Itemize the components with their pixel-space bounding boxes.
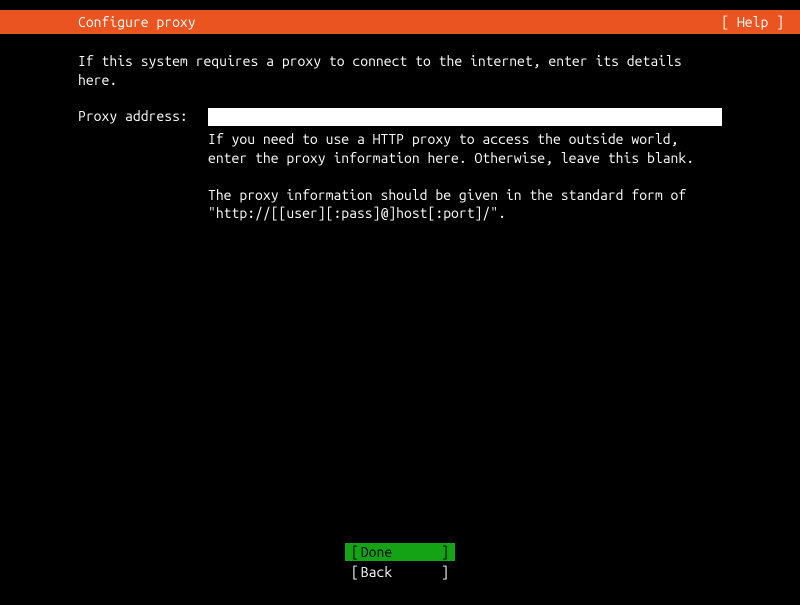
proxy-address-input[interactable]	[208, 108, 722, 126]
bracket-icon: [	[351, 563, 359, 581]
help-button[interactable]: [ Help ]	[721, 14, 784, 30]
back-label: Back	[359, 564, 392, 580]
page-title: Configure proxy	[78, 14, 196, 30]
main-content: If this system requires a proxy to conne…	[0, 34, 800, 223]
proxy-label: Proxy address:	[78, 108, 208, 124]
done-button[interactable]: [ Done ]	[345, 543, 455, 561]
bracket-icon: ]	[441, 543, 449, 561]
proxy-help-text-2: The proxy information should be given in…	[208, 186, 722, 224]
proxy-row: Proxy address:	[78, 108, 722, 126]
header-bar: Configure proxy [ Help ]	[0, 10, 800, 34]
back-button[interactable]: [ Back ]	[345, 563, 455, 581]
footer-buttons: [ Done ] [ Back ]	[0, 543, 800, 581]
bracket-icon: [	[351, 543, 359, 561]
proxy-help-text-1: If you need to use a HTTP proxy to acces…	[208, 130, 722, 168]
done-label: Done	[359, 544, 392, 560]
proxy-input-wrap	[208, 108, 722, 126]
intro-text: If this system requires a proxy to conne…	[78, 52, 722, 90]
bracket-icon: ]	[441, 563, 449, 581]
